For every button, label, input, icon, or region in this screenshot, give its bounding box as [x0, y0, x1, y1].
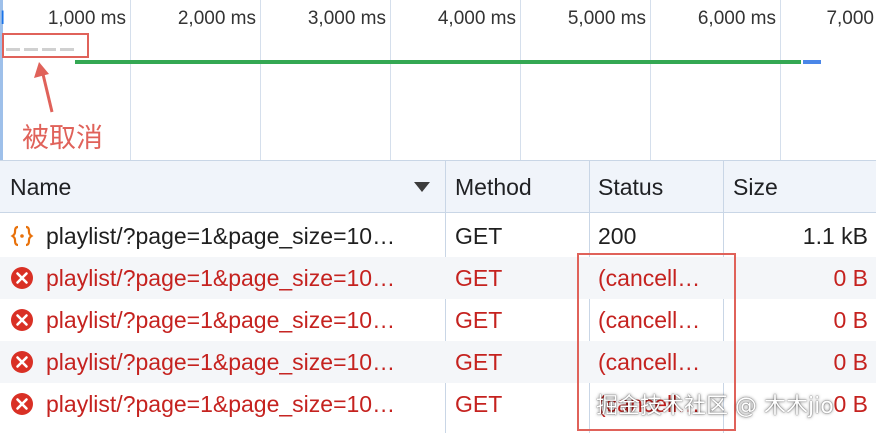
- column-header-size[interactable]: Size: [733, 174, 778, 201]
- timeline-start-mark: I: [0, 8, 6, 29]
- sort-descending-icon[interactable]: [414, 182, 430, 192]
- annotation-arrow-icon: [34, 62, 54, 113]
- error-icon: [10, 266, 34, 290]
- annotation-highlight-box: [2, 33, 89, 58]
- timeline-tick-label: 2,000 ms: [177, 8, 256, 29]
- column-header-name[interactable]: Name: [10, 174, 71, 201]
- request-method: GET: [455, 391, 503, 417]
- timeline-gridline: [780, 0, 781, 160]
- request-size: 0 B: [833, 391, 868, 417]
- request-name: playlist/?page=1&page_size=10…: [46, 265, 396, 291]
- request-waiting-bar: [75, 60, 801, 64]
- request-name: playlist/?page=1&page_size=10…: [46, 349, 396, 375]
- timeline-gridline: [260, 0, 261, 160]
- error-icon: [10, 350, 34, 374]
- table-row[interactable]: playlist/?page=1&page_size=10… GET (canc…: [0, 341, 876, 383]
- timeline-tick-label: 7,000: [826, 8, 874, 29]
- timeline-gridline: [390, 0, 391, 160]
- request-size: 0 B: [833, 265, 868, 291]
- request-download-bar: [803, 60, 821, 64]
- request-method: GET: [455, 265, 503, 291]
- error-icon: [10, 308, 34, 332]
- watermark: 掘金技术社区 @ 木木jio: [596, 394, 834, 419]
- timeline-gridline: [650, 0, 651, 160]
- xhr-braces-icon: [10, 224, 34, 248]
- table-header: Name Method Status Size: [0, 160, 876, 213]
- annotation-label: 被取消: [22, 123, 103, 154]
- table-row[interactable]: playlist/?page=1&page_size=10… GET (canc…: [0, 257, 876, 299]
- timeline-tick-label: 5,000 ms: [567, 8, 646, 29]
- error-icon: [10, 392, 34, 416]
- request-size: 1.1 kB: [802, 223, 868, 249]
- request-size: 0 B: [833, 349, 868, 375]
- table-row[interactable]: playlist/?page=1&page_size=10… GET 200 1…: [0, 215, 876, 257]
- timeline-tick-label: 1,000 ms: [47, 8, 126, 29]
- request-size: 0 B: [833, 307, 868, 333]
- request-name: playlist/?page=1&page_size=10…: [46, 223, 396, 249]
- request-status: (cancell…: [598, 265, 701, 291]
- timeline-gridline: [520, 0, 521, 160]
- timeline-gridline: [130, 0, 131, 160]
- request-status: (cancell…: [598, 349, 701, 375]
- request-method: GET: [455, 223, 503, 249]
- column-header-status[interactable]: Status: [598, 174, 663, 201]
- request-status: 200: [598, 223, 637, 249]
- request-name: playlist/?page=1&page_size=10…: [46, 391, 396, 417]
- timeline-tick-label: 3,000 ms: [307, 8, 386, 29]
- request-status: (cancell…: [598, 307, 701, 333]
- column-header-method[interactable]: Method: [455, 174, 532, 201]
- request-method: GET: [455, 307, 503, 333]
- table-row[interactable]: playlist/?page=1&page_size=10… GET (canc…: [0, 299, 876, 341]
- timeline-tick-label: 4,000 ms: [437, 8, 516, 29]
- network-overview-timeline[interactable]: I 1,000 ms 2,000 ms 3,000 ms 4,000 ms 5,…: [0, 0, 876, 160]
- request-name: playlist/?page=1&page_size=10…: [46, 307, 396, 333]
- timeline-tick-label: 6,000 ms: [697, 8, 776, 29]
- request-method: GET: [455, 349, 503, 375]
